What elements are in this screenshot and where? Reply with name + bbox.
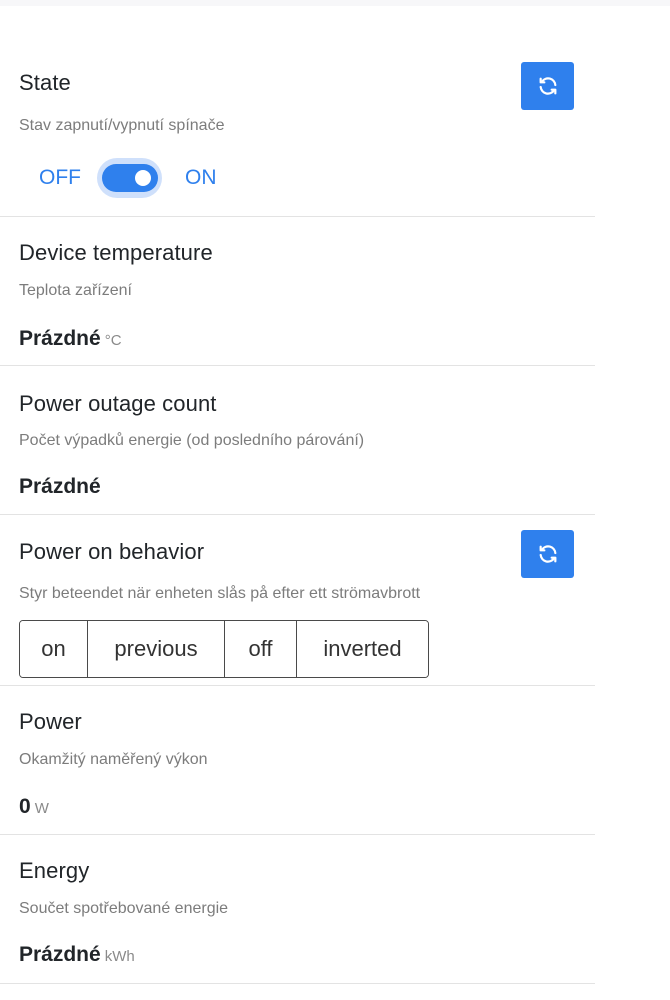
energy-section: Energy Součet spotřebované energie Prázd… <box>0 834 595 984</box>
refresh-icon <box>539 77 556 95</box>
energy-reading: Prázdné <box>19 943 101 966</box>
option-previous[interactable]: previous <box>88 621 225 677</box>
state-title: State <box>19 70 71 95</box>
option-on[interactable]: on <box>20 621 88 677</box>
power-outage-count-section: Power outage count Počet výpadků energie… <box>0 365 595 515</box>
state-section: State Stav zapnutí/vypnutí spínače OFF O… <box>0 0 595 217</box>
power-outage-count-title: Power outage count <box>19 391 217 416</box>
refresh-icon <box>539 545 556 563</box>
device-temperature-value: Prázdné °C <box>19 327 122 351</box>
power-on-behavior-description: Styr beteendet när enheten slås på efter… <box>19 585 421 602</box>
power-unit: W <box>34 800 49 817</box>
device-temperature-title: Device temperature <box>19 240 213 265</box>
power-reading: 0 <box>19 795 31 818</box>
power-on-behavior-options: on previous off inverted <box>19 620 429 678</box>
state-toggle-row: OFF ON <box>39 158 217 198</box>
state-description: Stav zapnutí/vypnutí spínače <box>19 117 225 134</box>
energy-title: Energy <box>19 858 90 883</box>
state-switch-knob <box>134 170 151 186</box>
power-description: Okamžitý naměřený výkon <box>19 751 208 768</box>
power-section: Power Okamžitý naměřený výkon 0W <box>0 685 595 835</box>
power-title: Power <box>19 709 82 734</box>
power-outage-count-description: Počet výpadků energie (od posledního pár… <box>19 432 365 449</box>
state-switch[interactable] <box>97 158 162 198</box>
power-outage-count-value: Prázdné <box>19 475 101 498</box>
power-value: 0W <box>19 795 49 819</box>
device-temperature-unit: °C <box>104 332 122 349</box>
power-on-behavior-title: Power on behavior <box>19 539 205 564</box>
option-off[interactable]: off <box>225 621 297 677</box>
device-temperature-section: Device temperature Teplota zařízení Práz… <box>0 216 595 366</box>
energy-unit: kWh <box>104 948 135 965</box>
device-temperature-reading: Prázdné <box>19 327 101 350</box>
state-refresh-button[interactable] <box>521 62 574 110</box>
state-switch-track <box>101 164 158 192</box>
device-temperature-description: Teplota zařízení <box>19 282 132 299</box>
on-label[interactable]: ON <box>185 166 217 190</box>
power-on-behavior-refresh-button[interactable] <box>521 530 574 578</box>
off-label[interactable]: OFF <box>39 166 81 190</box>
option-inverted[interactable]: inverted <box>297 621 428 677</box>
energy-description: Součet spotřebované energie <box>19 900 229 917</box>
energy-value: Prázdné kWh <box>19 943 135 967</box>
